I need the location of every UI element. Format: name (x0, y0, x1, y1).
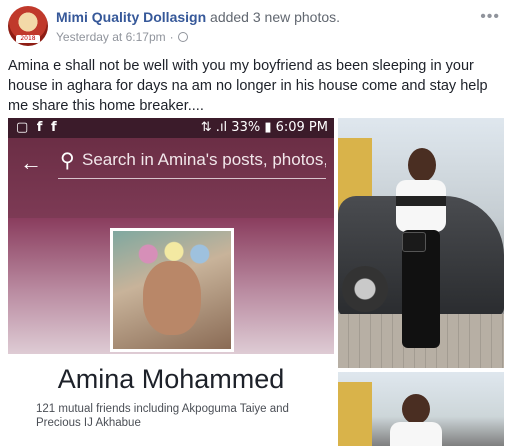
avatar-badge: 2018 (16, 35, 40, 43)
person-shirt (396, 180, 446, 232)
phone-status-bar: ▢ f f ⇅ .ıl 33% ▮ 6:09 PM (8, 118, 334, 138)
status-left-icons: ▢ f f (16, 120, 59, 135)
person-head-2 (402, 394, 430, 424)
person-figure (386, 148, 456, 358)
person-head (408, 148, 436, 182)
post-meta: Yesterday at 6:17pm · (56, 30, 188, 44)
post-options-button[interactable]: ••• (480, 8, 500, 26)
yellow-wall-2 (338, 382, 372, 446)
status-right-info: ⇅ .ıl 33% ▮ 6:09 PM (200, 120, 328, 135)
post-author-avatar[interactable]: 2018 (8, 6, 48, 46)
search-icon: ⚲ (60, 150, 75, 172)
profile-search-header: ← ⚲ Search in Amina's posts, photos, a..… (8, 138, 334, 218)
post-headline: Mimi Quality Dollasign added 3 new photo… (56, 9, 340, 25)
profile-name: Amina Mohammed (57, 364, 285, 394)
profile-face (143, 261, 201, 335)
profile-picture (110, 228, 234, 352)
photo-second-standing[interactable] (338, 372, 504, 446)
search-placeholder: Search in Amina's posts, photos, a... (82, 150, 326, 169)
photo-standing-by-car[interactable] (338, 118, 504, 368)
search-underline (58, 178, 326, 179)
person-shirt-2 (390, 422, 442, 446)
post-action-text: added 3 new photos. (210, 9, 341, 25)
person-handbag (402, 232, 426, 252)
post-text: Amina e shall not be well with you my bo… (8, 58, 488, 114)
mutual-friends-text: 121 mutual friends including Akpoguma Ta… (36, 403, 289, 429)
post-timestamp[interactable]: Yesterday at 6:17pm (56, 30, 166, 44)
photo-profile-screenshot[interactable]: ▢ f f ⇅ .ıl 33% ▮ 6:09 PM ← ⚲ Search in … (8, 118, 334, 446)
globe-icon (177, 32, 188, 42)
post-author-link[interactable]: Mimi Quality Dollasign (56, 9, 206, 25)
meta-separator: · (169, 30, 174, 44)
shirt-stripe (396, 196, 446, 206)
car-wheel (342, 266, 388, 312)
back-arrow-icon: ← (20, 150, 42, 175)
